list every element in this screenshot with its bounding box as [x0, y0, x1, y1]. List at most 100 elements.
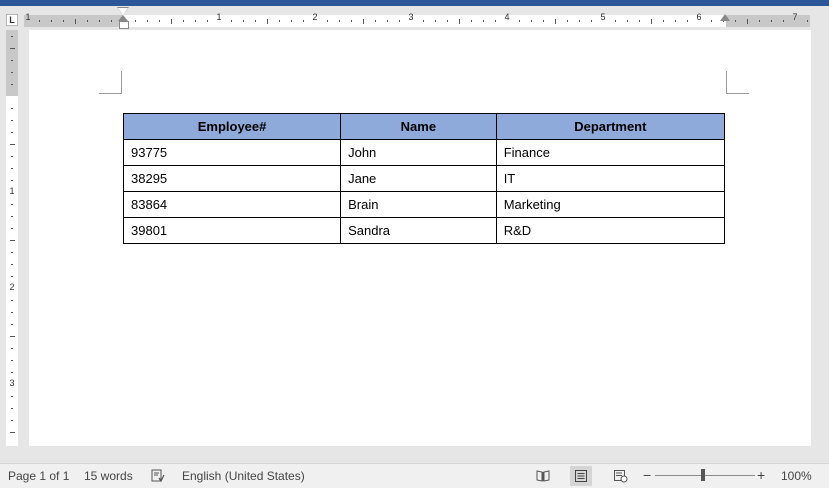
ruler-tick: [807, 20, 808, 22]
zoom-level[interactable]: 100%: [781, 469, 812, 483]
ruler-tick: [207, 20, 208, 22]
margin-corner-top-right: [726, 71, 749, 94]
print-layout-icon[interactable]: [570, 466, 592, 486]
zoom-slider-track[interactable]: [655, 475, 755, 476]
ruler-tick: [555, 19, 556, 24]
vertical-ruler-tick: [11, 132, 13, 133]
ruler-tick: [543, 20, 544, 22]
zoom-slider-thumb[interactable]: [701, 469, 705, 481]
table-cell[interactable]: 38295: [122, 165, 342, 192]
ruler-number: 5: [600, 12, 606, 22]
table-row: 83864 Brain Marketing: [122, 191, 726, 218]
vertical-ruler-top-margin[interactable]: [6, 30, 18, 96]
table-cell[interactable]: Marketing: [495, 191, 726, 218]
ruler-tick: [783, 20, 784, 22]
vertical-ruler-tick: [11, 264, 13, 265]
vertical-ruler-number: 3: [9, 378, 15, 388]
ruler-tick: [195, 20, 196, 22]
proofing-book-icon[interactable]: [151, 469, 165, 483]
table-row: 93775 John Finance: [122, 139, 726, 166]
ruler-number: 1: [216, 12, 222, 22]
vertical-ruler-tick: [11, 72, 13, 73]
table-header-cell[interactable]: Employee#: [122, 113, 342, 140]
vertical-ruler-tick: [11, 156, 13, 157]
vertical-ruler-number: 1: [9, 186, 15, 196]
left-indent-marker[interactable]: [119, 21, 129, 29]
vertical-ruler-tick: [10, 240, 15, 241]
vertical-ruler-tick: [11, 252, 13, 253]
ruler-tick: [771, 20, 772, 22]
ruler-tick: [627, 20, 628, 22]
table-cell[interactable]: John: [340, 139, 497, 166]
ruler-tick: [459, 19, 460, 24]
ruler-tick: [339, 20, 340, 22]
ruler-number: 2: [312, 12, 318, 22]
ruler-tick: [147, 20, 148, 22]
vertical-ruler-tick: [11, 108, 13, 109]
table-row: 39801 Sandra R&D: [122, 217, 726, 244]
ruler-tick: [759, 20, 760, 22]
vertical-ruler-tick: [11, 396, 13, 397]
vertical-ruler-tick: [11, 372, 13, 373]
vertical-ruler-tick: [11, 348, 13, 349]
ruler-tick: [231, 20, 232, 22]
read-mode-icon[interactable]: [532, 466, 554, 486]
zoom-out-button[interactable]: −: [643, 468, 651, 482]
vertical-ruler-tick: [10, 48, 15, 49]
employee-table[interactable]: Employee# Name Department 93775 John Fin…: [122, 113, 726, 244]
ruler-tick: [579, 20, 580, 22]
ruler-tick: [663, 20, 664, 22]
ruler-tick: [651, 19, 652, 24]
ruler-tick: [159, 20, 160, 22]
table-cell[interactable]: 83864: [122, 191, 342, 218]
table-header-row: Employee# Name Department: [122, 113, 726, 140]
word-count-status[interactable]: 15 words: [84, 469, 133, 483]
table-cell[interactable]: Brain: [340, 191, 497, 218]
language-status[interactable]: English (United States): [182, 469, 305, 483]
document-page[interactable]: Employee# Name Department 93775 John Fin…: [29, 30, 811, 446]
table-cell[interactable]: 39801: [122, 217, 342, 244]
ruler-tick: [63, 20, 64, 22]
ruler-tick: [495, 20, 496, 22]
right-indent-marker[interactable]: [720, 14, 730, 21]
ruler-tick: [483, 20, 484, 22]
table-cell[interactable]: IT: [495, 165, 726, 192]
ruler-tick: [351, 20, 352, 22]
vertical-ruler-tick: [11, 300, 13, 301]
table-cell[interactable]: Finance: [495, 139, 726, 166]
table-cell[interactable]: Sandra: [340, 217, 497, 244]
table-cell[interactable]: R&D: [495, 217, 726, 244]
vertical-ruler-tick: [11, 420, 13, 421]
ruler-tick: [327, 20, 328, 22]
vertical-ruler-tick: [10, 336, 15, 337]
table-header-cell[interactable]: Department: [495, 113, 726, 140]
vertical-ruler-tick: [11, 84, 13, 85]
ruler-number: 1: [25, 12, 31, 22]
status-bar: Page 1 of 1 15 words English (United Sta…: [0, 463, 829, 488]
ruler-track: [24, 15, 810, 27]
vertical-ruler-tick: [11, 60, 13, 61]
ruler-number: 7: [792, 12, 798, 22]
ruler-tick: [363, 19, 364, 24]
ruler-tick: [291, 20, 292, 22]
table-header-cell[interactable]: Name: [340, 113, 497, 140]
ruler-tick: [39, 20, 40, 22]
ruler-tick: [111, 20, 112, 22]
table-cell[interactable]: 93775: [122, 139, 342, 166]
ruler-tick: [255, 20, 256, 22]
ruler-tick: [675, 20, 676, 22]
zoom-in-button[interactable]: +: [757, 468, 765, 482]
vertical-ruler-tick: [11, 228, 13, 229]
ruler-number: 3: [408, 12, 414, 22]
ruler-tick: [51, 20, 52, 22]
table-cell[interactable]: Jane: [340, 165, 497, 192]
web-layout-icon[interactable]: [609, 466, 631, 486]
ruler-tick: [435, 20, 436, 22]
ruler-tick: [519, 20, 520, 22]
vertical-ruler-tick: [11, 180, 13, 181]
page-count-status[interactable]: Page 1 of 1: [8, 469, 69, 483]
vertical-ruler-tick: [11, 276, 13, 277]
vertical-ruler-tick: [10, 144, 15, 145]
tab-selector[interactable]: L: [6, 14, 18, 26]
vertical-ruler-tick: [11, 204, 13, 205]
